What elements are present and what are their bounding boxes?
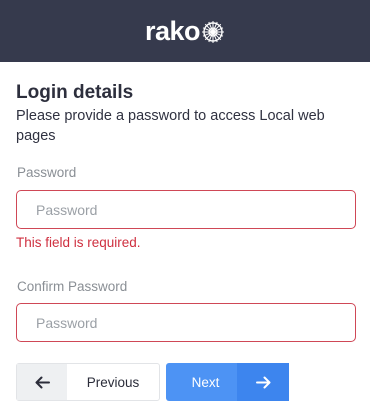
page-subtitle: Please provide a password to access Loca…	[16, 108, 325, 144]
logo-text: rako	[144, 15, 201, 46]
page-title: Login details	[16, 82, 134, 103]
logo-starburst-icon	[202, 21, 225, 43]
password-input[interactable]	[16, 190, 356, 229]
next-button-label: Next	[191, 374, 220, 390]
rako-logo: rako	[144, 15, 225, 46]
arrow-left-icon	[35, 376, 50, 388]
arrow-right-icon	[255, 376, 270, 388]
next-button[interactable]: Next	[166, 363, 289, 401]
confirm-password-input[interactable]	[16, 303, 356, 342]
app-header: rako	[0, 0, 370, 62]
password-label: Password	[17, 165, 77, 180]
next-button-icon-cell	[237, 363, 289, 401]
previous-button[interactable]: Previous	[16, 363, 160, 401]
confirm-password-label: Confirm Password	[17, 279, 128, 294]
previous-button-label: Previous	[86, 374, 140, 390]
password-error-message: This field is required.	[16, 235, 141, 250]
previous-button-icon-cell	[17, 364, 67, 400]
